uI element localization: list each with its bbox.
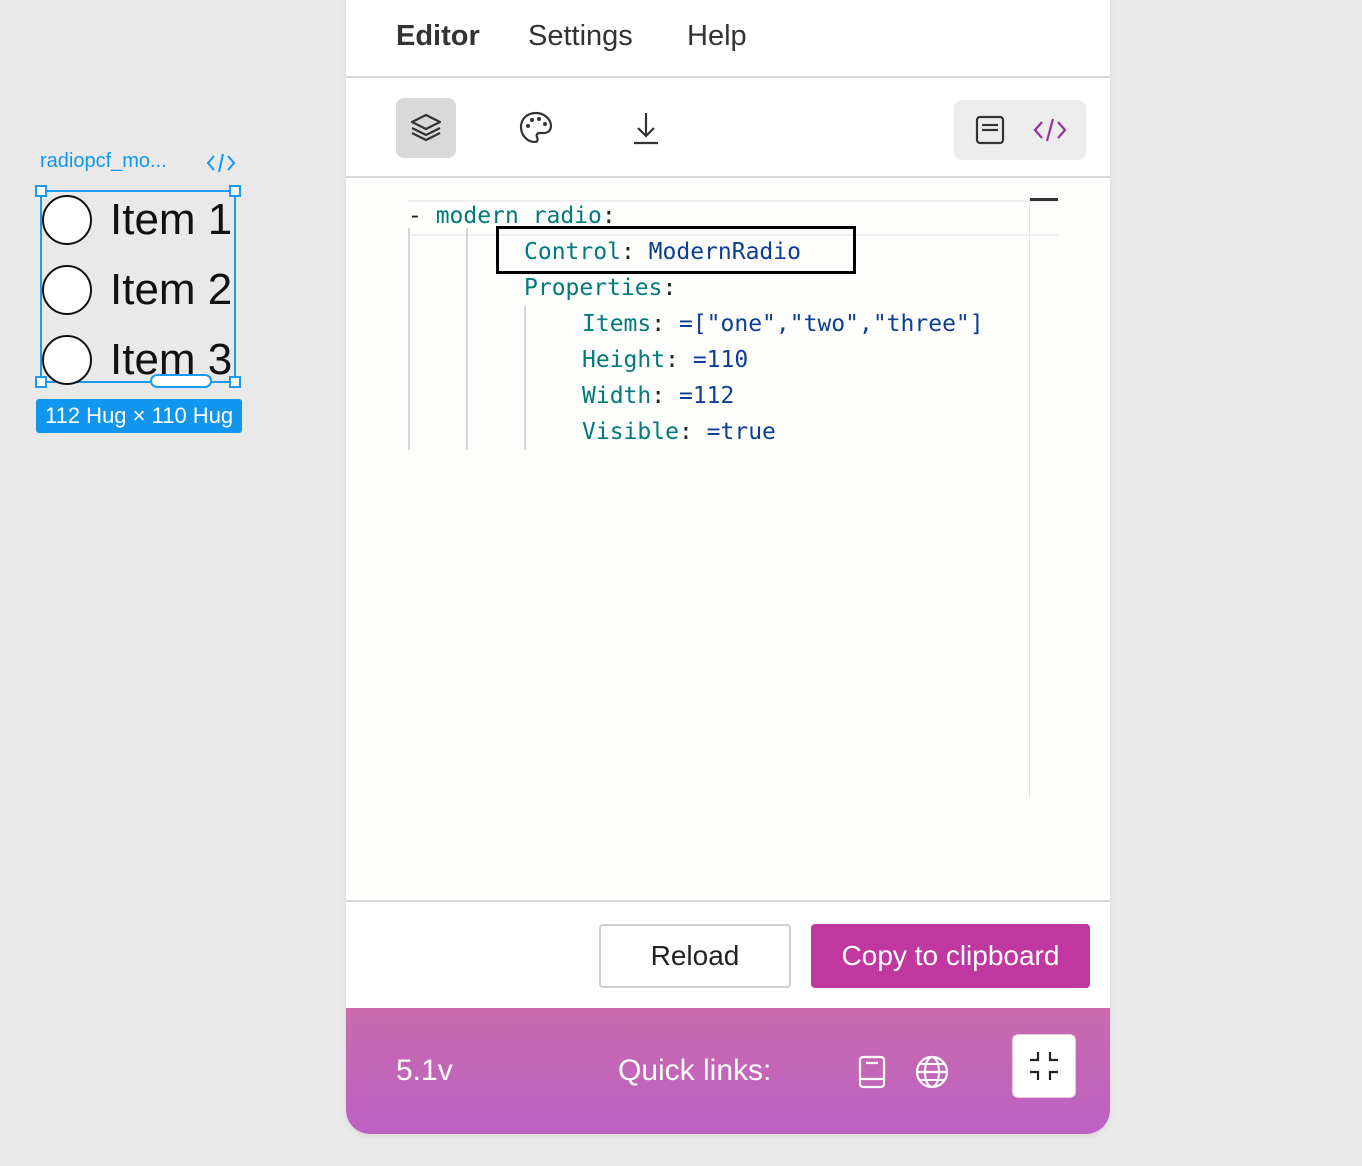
radio-circle[interactable] — [42, 195, 92, 245]
radio-option-2[interactable]: Item 2 — [42, 262, 232, 318]
document-icon — [975, 115, 1005, 145]
copy-to-clipboard-button[interactable]: Copy to clipboard — [811, 924, 1090, 988]
menu-bar: Editor Settings Help — [346, 0, 1110, 78]
view-toggle — [954, 100, 1086, 160]
size-badge: 112 Hug × 110 Hug — [36, 399, 243, 433]
footer: 5.1v Quick links: — [346, 1008, 1110, 1134]
quick-links-label: Quick links: — [618, 1054, 772, 1087]
globe-icon[interactable] — [912, 1052, 952, 1092]
theme-button[interactable] — [506, 98, 566, 158]
code-icon — [1033, 118, 1067, 142]
plugin-panel: Editor Settings Help - modern_radio: Con… — [346, 0, 1110, 1134]
tab-settings[interactable]: Settings — [528, 20, 633, 53]
radio-label: Item 2 — [110, 265, 233, 314]
code-line-visible: Visible: =true — [582, 419, 776, 445]
editor-ruler — [1029, 198, 1030, 798]
layers-icon — [410, 113, 442, 142]
resize-handle-bottom-right[interactable] — [229, 376, 241, 388]
scroll-marker — [1030, 198, 1058, 201]
indent-guide — [466, 228, 468, 450]
frame-name-label[interactable]: radiopcf_mo... — [40, 150, 190, 173]
radio-circle[interactable] — [42, 335, 92, 385]
toolbar — [346, 78, 1110, 178]
resize-handle-top-left[interactable] — [35, 185, 47, 197]
selected-radio-group[interactable]: Item 1 Item 2 Item 3 — [35, 185, 241, 388]
download-button[interactable] — [616, 98, 676, 158]
tab-help[interactable]: Help — [687, 20, 747, 53]
indent-guide — [524, 306, 526, 450]
code-line-height: Height: =110 — [582, 347, 749, 373]
code-icon[interactable] — [206, 150, 236, 176]
yaml-code-editor[interactable]: - modern_radio: Control: ModernRadio Pro… — [346, 178, 1110, 902]
collapse-button[interactable] — [1012, 1034, 1076, 1098]
palette-icon — [519, 111, 553, 144]
code-line-properties: Properties: — [524, 275, 677, 301]
radio-circle[interactable] — [42, 265, 92, 315]
code-line-width: Width: =112 — [582, 383, 735, 409]
document-view-button[interactable] — [970, 110, 1010, 150]
radio-label: Item 1 — [110, 195, 233, 244]
resize-handle-bottom[interactable] — [150, 374, 212, 388]
download-icon — [634, 113, 658, 145]
reload-button[interactable]: Reload — [599, 924, 791, 988]
resize-handle-top-right[interactable] — [229, 185, 241, 197]
indent-guide — [408, 228, 410, 450]
control-highlight-box — [496, 226, 856, 274]
code-line-items: Items: =["one","two","three"] — [582, 311, 984, 337]
action-bar: Reload Copy to clipboard — [346, 902, 1110, 1008]
version-label: 5.1v — [396, 1054, 453, 1087]
book-icon[interactable] — [852, 1052, 892, 1092]
layers-button[interactable] — [396, 98, 456, 158]
tab-editor[interactable]: Editor — [396, 20, 480, 53]
radio-option-1[interactable]: Item 1 — [42, 192, 232, 248]
resize-handle-bottom-left[interactable] — [35, 376, 47, 388]
code-view-button[interactable] — [1030, 110, 1070, 150]
collapse-icon — [1030, 1052, 1058, 1080]
